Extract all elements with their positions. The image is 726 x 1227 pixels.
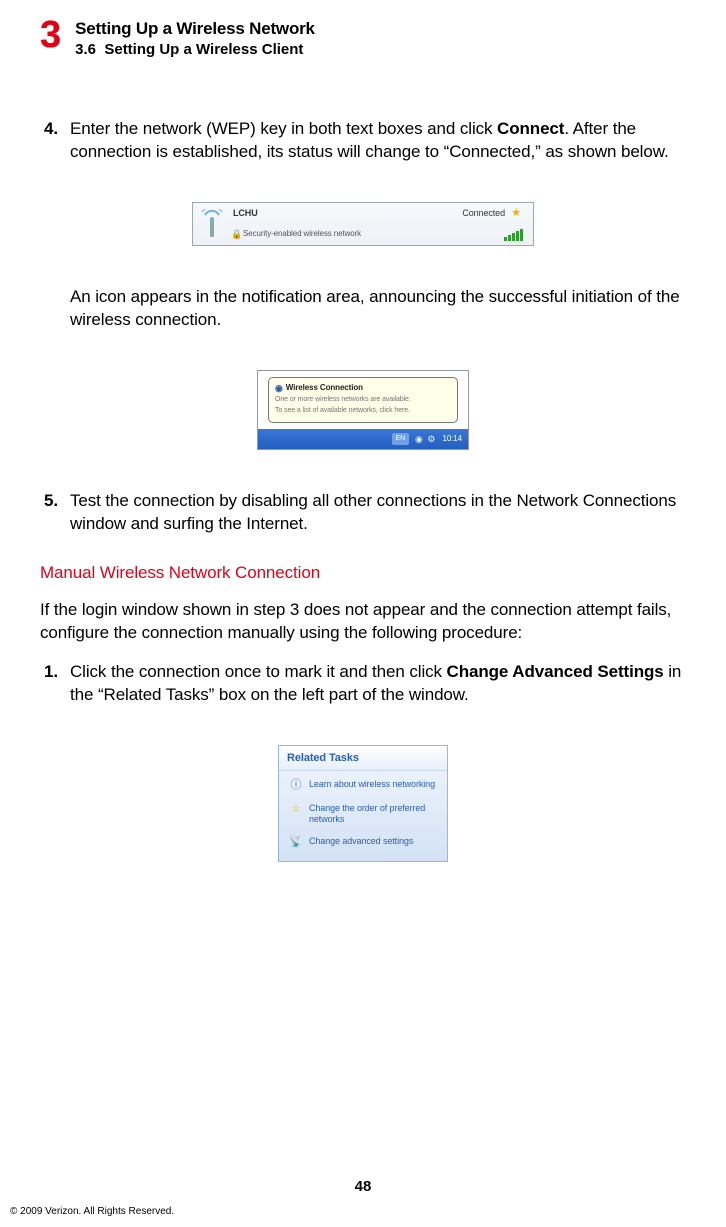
related-task-label: Learn about wireless networking: [309, 779, 435, 790]
star-icon: ☆: [289, 803, 303, 817]
section-number: 3.6: [75, 41, 96, 58]
related-task-item: 📡 Change advanced settings: [289, 836, 437, 850]
figure-related-tasks: Related Tasks ⓘ Learn about wireless net…: [278, 745, 448, 863]
step-5: 5. Test the connection by disabling all …: [44, 490, 686, 536]
step-4-followup: An icon appears in the notification area…: [70, 286, 686, 332]
step-text: Enter the network (WEP) key in both text…: [70, 118, 686, 164]
related-task-label: Change advanced settings: [309, 836, 413, 847]
page-number: 48: [0, 1178, 726, 1195]
page-header: 3 Setting Up a Wireless Network 3.6 Sett…: [40, 18, 686, 58]
section-name: Setting Up a Wireless Client: [104, 41, 303, 58]
balloon-line2: To see a list of available networks, cli…: [275, 407, 451, 416]
step-4: 4. Enter the network (WEP) key in both t…: [44, 118, 686, 164]
security-label: Security-enabled wireless network: [243, 229, 361, 240]
tray-icons: ◉ ⚙: [415, 433, 436, 445]
manual-step-1: 1. Click the connection once to mark it …: [44, 661, 686, 707]
section-title: 3.6 Setting Up a Wireless Client: [75, 41, 315, 58]
text-fragment: Click the connection once to mark it and…: [70, 662, 447, 681]
signal-bars-icon: [504, 229, 523, 241]
step-number: 5.: [44, 490, 70, 536]
ssid-label: LCHU: [233, 207, 258, 219]
step-text: Click the connection once to mark it and…: [70, 661, 686, 707]
step-number: 4.: [44, 118, 70, 164]
manual-intro: If the login window shown in step 3 does…: [40, 599, 686, 645]
figure-wireless-status: LCHU 🔒 Security-enabled wireless network…: [192, 202, 534, 246]
related-task-label: Change the order of preferred networks: [309, 803, 437, 826]
copyright: © 2009 Verizon. All Rights Reserved.: [10, 1206, 174, 1217]
manual-heading: Manual Wireless Network Connection: [40, 562, 686, 585]
balloon-tooltip: ◉ Wireless Connection One or more wirele…: [268, 377, 458, 423]
related-task-item: ⓘ Learn about wireless networking: [289, 779, 437, 793]
chapter-title: Setting Up a Wireless Network: [75, 18, 315, 39]
star-icon: ★: [511, 206, 521, 221]
clock: 10:14: [442, 434, 462, 445]
antenna-icon: [199, 209, 225, 239]
step-text: Test the connection by disabling all oth…: [70, 490, 686, 536]
text-fragment: Enter the network (WEP) key in both text…: [70, 119, 497, 138]
info-icon: ⓘ: [289, 779, 303, 793]
related-task-item: ☆ Change the order of preferred networks: [289, 803, 437, 826]
figure-notification-balloon: ◉ Wireless Connection One or more wirele…: [257, 370, 469, 450]
wireless-icon: ◉: [275, 382, 283, 394]
balloon-title: Wireless Connection: [286, 383, 363, 394]
connection-status: Connected: [462, 207, 505, 219]
balloon-line1: One or more wireless networks are availa…: [275, 396, 451, 405]
antenna-small-icon: 📡: [289, 836, 303, 850]
lock-icon: 🔒: [231, 228, 242, 240]
language-indicator: EN: [392, 433, 410, 444]
related-tasks-header: Related Tasks: [279, 746, 447, 772]
bold-term: Connect: [497, 119, 564, 138]
step-number: 1.: [44, 661, 70, 707]
chapter-number: 3: [40, 16, 61, 54]
taskbar: EN ◉ ⚙ 10:14: [258, 429, 468, 449]
bold-term: Change Advanced Settings: [447, 662, 664, 681]
